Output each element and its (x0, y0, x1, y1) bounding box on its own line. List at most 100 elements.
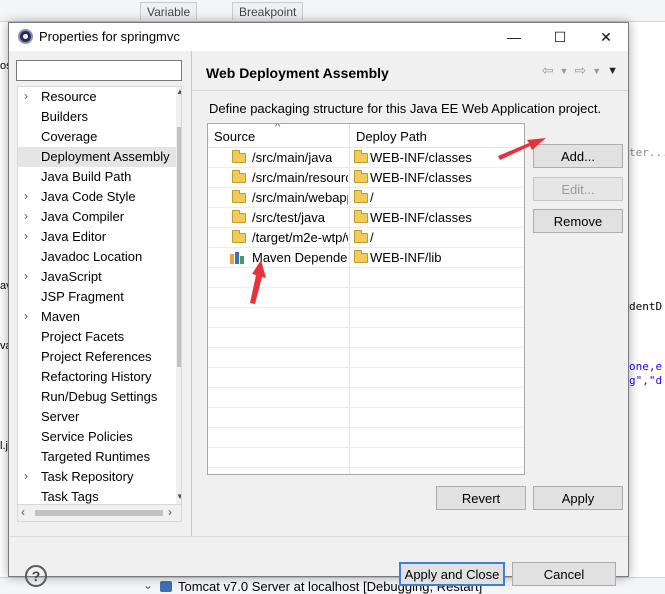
folder-icon (354, 170, 368, 183)
chevron-down-icon[interactable]: ▼ (592, 66, 601, 76)
tree-horizontal-scrollbar[interactable]: ‹ › (17, 505, 182, 522)
tree-item[interactable]: › Java Compiler (18, 207, 176, 227)
revert-button[interactable]: Revert (436, 486, 526, 510)
scroll-up-icon[interactable]: ▲ (176, 87, 181, 97)
button-label: Apply and Close (404, 566, 500, 582)
tree-item[interactable]: Coverage (18, 127, 176, 147)
deploy-path-cell: / (370, 190, 374, 205)
tree-item[interactable]: Refactoring History (18, 367, 176, 387)
tree-item[interactable]: › JavaScript (18, 267, 176, 287)
table-row[interactable]: /target/m2e-wtp/web-resources / (208, 228, 524, 248)
tree-item[interactable]: Run/Debug Settings (18, 387, 176, 407)
table-row[interactable]: /src/main/webapp / (208, 188, 524, 208)
folder-icon (354, 250, 368, 263)
table-row[interactable]: /src/main/java WEB-INF/classes (208, 148, 524, 168)
tree-item-label: Maven (41, 309, 81, 324)
chevron-right-icon[interactable]: › (24, 89, 34, 103)
ide-tab-breakpoints[interactable]: Breakpoint (232, 2, 304, 20)
scroll-thumb[interactable] (35, 510, 163, 516)
column-header-deploy-path[interactable]: Deploy Path (350, 124, 524, 148)
edit-button[interactable]: Edit... (533, 177, 623, 201)
table-row[interactable]: /src/test/java WEB-INF/classes (208, 208, 524, 228)
column-header-source[interactable]: ^ Source (208, 124, 349, 148)
remove-button[interactable]: Remove (533, 209, 623, 233)
add-button[interactable]: Add... (533, 144, 623, 168)
source-cell: /target/m2e-wtp/web-resources (252, 230, 348, 245)
scroll-right-icon[interactable]: › (168, 505, 172, 519)
tree-item-label: JSP Fragment (41, 289, 124, 304)
table-row[interactable]: /src/main/resources WEB-INF/classes (208, 168, 524, 188)
tree-item-label: Javadoc Location (41, 249, 143, 264)
tree-item[interactable]: › Java Editor (18, 227, 176, 247)
tree-vertical-scrollbar[interactable]: ▲ ▼ (176, 87, 181, 504)
tree-item-label: JavaScript (41, 269, 102, 284)
table-row (208, 408, 524, 428)
folder-icon (354, 190, 368, 203)
table-row[interactable]: Maven Dependencies WEB-INF/lib (208, 248, 524, 268)
deploy-path-cell: WEB-INF/classes (370, 150, 472, 165)
tree-item-label: Project Facets (41, 329, 125, 344)
page-description: Define packaging structure for this Java… (209, 101, 602, 116)
tree-item[interactable]: Project Facets (18, 327, 176, 347)
maximize-button[interactable]: ☐ (537, 23, 583, 51)
chevron-right-icon[interactable]: › (24, 189, 34, 203)
tree-item[interactable]: Targeted Runtimes (18, 447, 176, 467)
scroll-thumb[interactable] (177, 127, 181, 367)
tree-item-label: Targeted Runtimes (41, 449, 151, 464)
view-menu-icon[interactable]: ▼ (607, 65, 618, 77)
apply-button[interactable]: Apply (533, 486, 623, 510)
tree-item[interactable]: Service Policies (18, 427, 176, 447)
tree-item[interactable]: Task Tags (18, 487, 176, 504)
help-icon[interactable]: ? (25, 565, 47, 587)
chevron-right-icon[interactable]: › (24, 469, 34, 483)
folder-icon (232, 210, 246, 223)
pane-splitter[interactable] (191, 51, 192, 536)
table-row (208, 388, 524, 408)
tree-item-label: Service Policies (41, 429, 133, 444)
tree-item[interactable]: › Maven (18, 307, 176, 327)
folder-icon (354, 230, 368, 243)
column-label: Source (214, 129, 256, 144)
table-row (208, 428, 524, 448)
ide-code-fragment: one,e (629, 360, 663, 373)
close-button[interactable]: ✕ (583, 23, 629, 51)
page-title: Web Deployment Assembly (206, 65, 389, 81)
tree-item-label: Resource (41, 89, 97, 104)
minimize-button[interactable]: — (491, 23, 537, 51)
filter-input[interactable] (16, 60, 182, 81)
ide-code-fragment: dentD (629, 300, 663, 313)
chevron-right-icon[interactable]: › (24, 229, 34, 243)
tree-item[interactable]: Deployment Assembly (18, 147, 176, 167)
forward-arrow-icon[interactable]: ⇨ (574, 62, 586, 79)
folder-icon (232, 190, 246, 203)
tree-item[interactable]: Server (18, 407, 176, 427)
tree-item-label: Java Build Path (41, 169, 132, 184)
chevron-right-icon[interactable]: › (24, 269, 34, 283)
table-row (208, 308, 524, 328)
chevron-down-icon[interactable]: ▼ (560, 66, 569, 76)
apply-and-close-button[interactable]: Apply and Close (399, 562, 505, 586)
tree-item[interactable]: JSP Fragment (18, 287, 176, 307)
tree-item[interactable]: › Resource (18, 87, 176, 107)
tree-item-label: Server (41, 409, 80, 424)
chevron-right-icon[interactable]: › (24, 309, 34, 323)
tree-item[interactable]: Builders (18, 107, 176, 127)
tree-item[interactable]: Java Build Path (18, 167, 176, 187)
ide-tab-variables[interactable]: Variable (140, 2, 198, 20)
tree-item[interactable]: Javadoc Location (18, 247, 176, 267)
chevron-right-icon[interactable]: › (24, 209, 34, 223)
dialog-titlebar[interactable]: Properties for springmvc — ☐ ✕ (9, 23, 628, 51)
scroll-down-icon[interactable]: ▼ (176, 492, 181, 502)
tree-item[interactable]: Project References (18, 347, 176, 367)
chevron-down-icon[interactable]: ⌄ (143, 578, 153, 592)
table-row (208, 468, 524, 474)
button-label: Remove (553, 213, 603, 229)
maximize-icon: ☐ (553, 28, 567, 45)
ide-editor-fragment: ter... dentD one,e g","d (629, 22, 665, 577)
cancel-button[interactable]: Cancel (512, 562, 616, 586)
ide-left-fragment: l.j (0, 440, 8, 452)
back-arrow-icon[interactable]: ⇦ (542, 62, 554, 79)
tree-item[interactable]: › Task Repository (18, 467, 176, 487)
scroll-left-icon[interactable]: ‹ (21, 505, 25, 519)
tree-item[interactable]: › Java Code Style (18, 187, 176, 207)
